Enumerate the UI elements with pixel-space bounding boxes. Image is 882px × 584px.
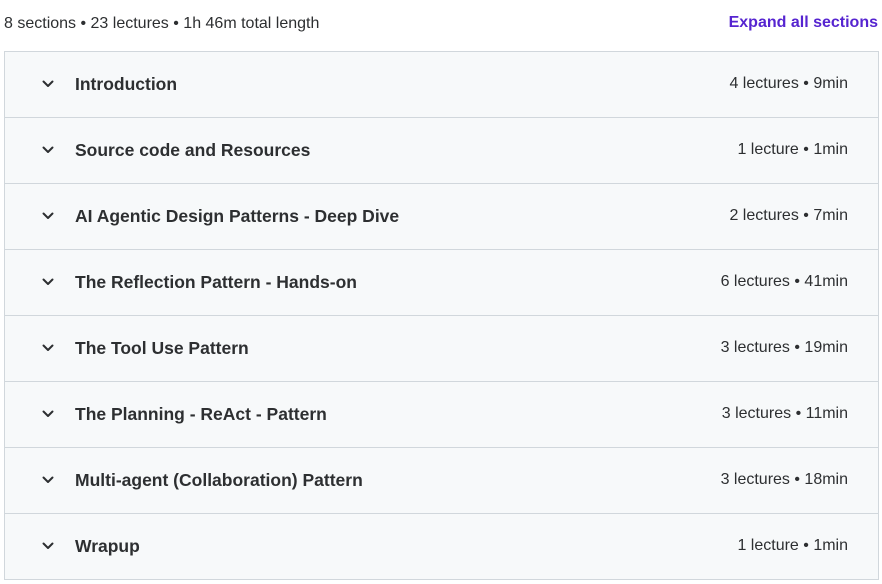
curriculum-summary-text: 8 sections • 23 lectures • 1h 46m total …	[4, 15, 320, 32]
section-meta: 2 lectures • 7min	[729, 207, 848, 224]
section-meta: 1 lecture • 1min	[737, 141, 848, 158]
curriculum-section[interactable]: Wrapup 1 lecture • 1min	[5, 514, 878, 579]
section-title: Multi-agent (Collaboration) Pattern	[75, 470, 363, 490]
section-meta: 4 lectures • 9min	[729, 75, 848, 92]
curriculum-section[interactable]: Multi-agent (Collaboration) Pattern 3 le…	[5, 448, 878, 514]
curriculum-section[interactable]: The Tool Use Pattern 3 lectures • 19min	[5, 316, 878, 382]
curriculum-section[interactable]: The Planning - ReAct - Pattern 3 lecture…	[5, 382, 878, 448]
chevron-down-icon	[41, 275, 55, 289]
curriculum-section[interactable]: Source code and Resources 1 lecture • 1m…	[5, 118, 878, 184]
curriculum-section[interactable]: Introduction 4 lectures • 9min	[5, 52, 878, 118]
curriculum-section[interactable]: The Reflection Pattern - Hands-on 6 lect…	[5, 250, 878, 316]
section-meta: 3 lectures • 11min	[721, 405, 848, 422]
chevron-down-icon	[41, 77, 55, 91]
section-title: The Reflection Pattern - Hands-on	[75, 272, 357, 292]
section-meta: 3 lectures • 18min	[720, 471, 848, 488]
chevron-down-icon	[41, 407, 55, 421]
curriculum-section-list: Introduction 4 lectures • 9min Source co…	[4, 51, 879, 580]
chevron-down-icon	[41, 539, 55, 553]
expand-all-sections-button[interactable]: Expand all sections	[729, 14, 878, 32]
section-meta: 1 lecture • 1min	[737, 537, 848, 554]
chevron-down-icon	[41, 209, 55, 223]
section-title: Wrapup	[75, 536, 140, 556]
chevron-down-icon	[41, 473, 55, 487]
section-title: AI Agentic Design Patterns - Deep Dive	[75, 206, 400, 226]
section-meta: 3 lectures • 19min	[720, 339, 848, 356]
section-title: Introduction	[75, 74, 178, 94]
curriculum-section[interactable]: AI Agentic Design Patterns - Deep Dive 2…	[5, 184, 878, 250]
section-meta: 6 lectures • 41min	[720, 273, 848, 290]
chevron-down-icon	[41, 341, 55, 355]
curriculum-summary-bar: 8 sections • 23 lectures • 1h 46m total …	[0, 0, 882, 51]
section-title: The Planning - ReAct - Pattern	[75, 404, 327, 424]
chevron-down-icon	[41, 143, 55, 157]
section-title: Source code and Resources	[75, 140, 311, 160]
section-title: The Tool Use Pattern	[75, 338, 249, 358]
